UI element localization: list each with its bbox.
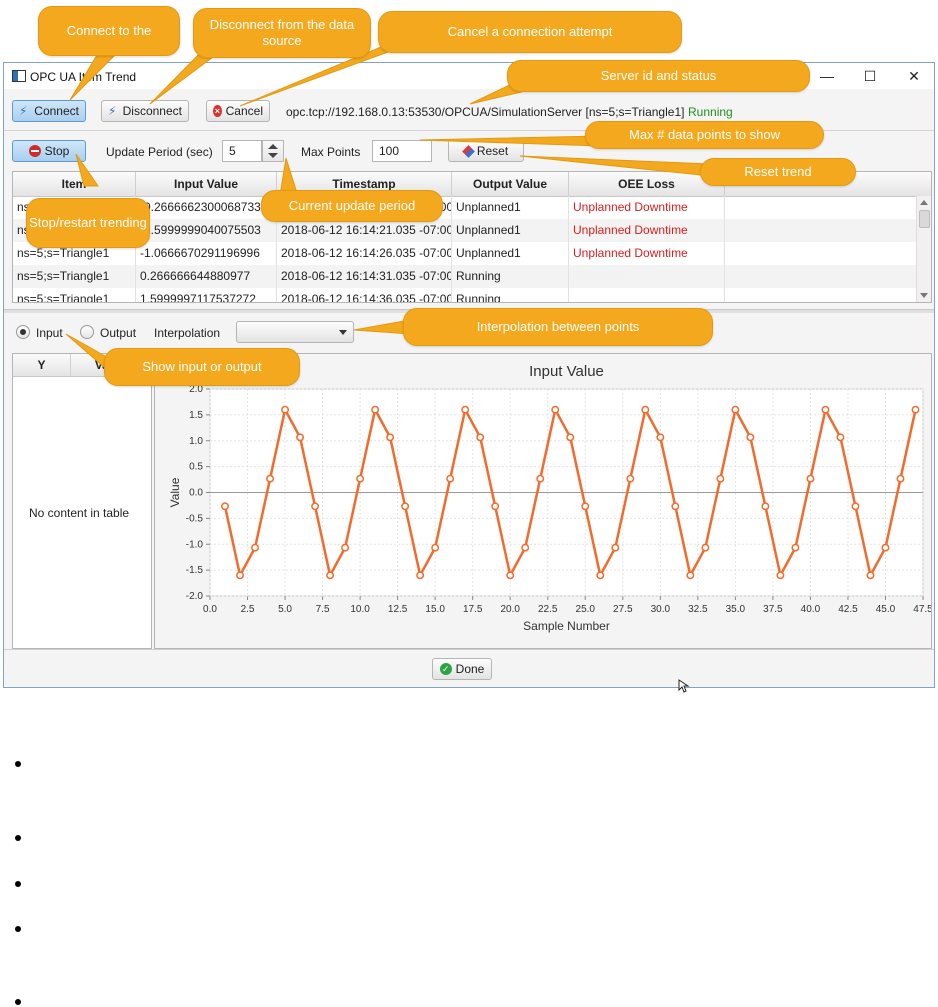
bullet-marker — [15, 761, 21, 767]
callout-cancel: Cancel a connection attempt — [378, 11, 682, 53]
interp-pointer — [353, 319, 411, 335]
bullet-marker — [15, 999, 21, 1005]
bullet-marker — [15, 835, 21, 841]
bullet-marker — [15, 926, 21, 932]
callout-update-period: Current update period — [261, 190, 443, 222]
callout-interpolation: Interpolation between points — [403, 308, 713, 346]
stop-pointer — [75, 153, 99, 187]
reset-pointer — [519, 155, 711, 177]
callout-max-points: Max # data points to show — [585, 121, 824, 149]
maxpoints-pointer — [419, 135, 601, 147]
callout-disconnect: Disconnect from the data source — [193, 8, 371, 58]
callout-server: Server id and status — [507, 60, 810, 92]
callout-show: Show input or output — [104, 348, 300, 386]
callout-reset: Reset trend — [700, 158, 856, 186]
bullet-marker — [15, 881, 21, 887]
callout-connect: Connect to the — [38, 6, 180, 56]
connect-pointer — [69, 49, 122, 101]
callout-stop: Stop/restart trending — [26, 198, 150, 248]
